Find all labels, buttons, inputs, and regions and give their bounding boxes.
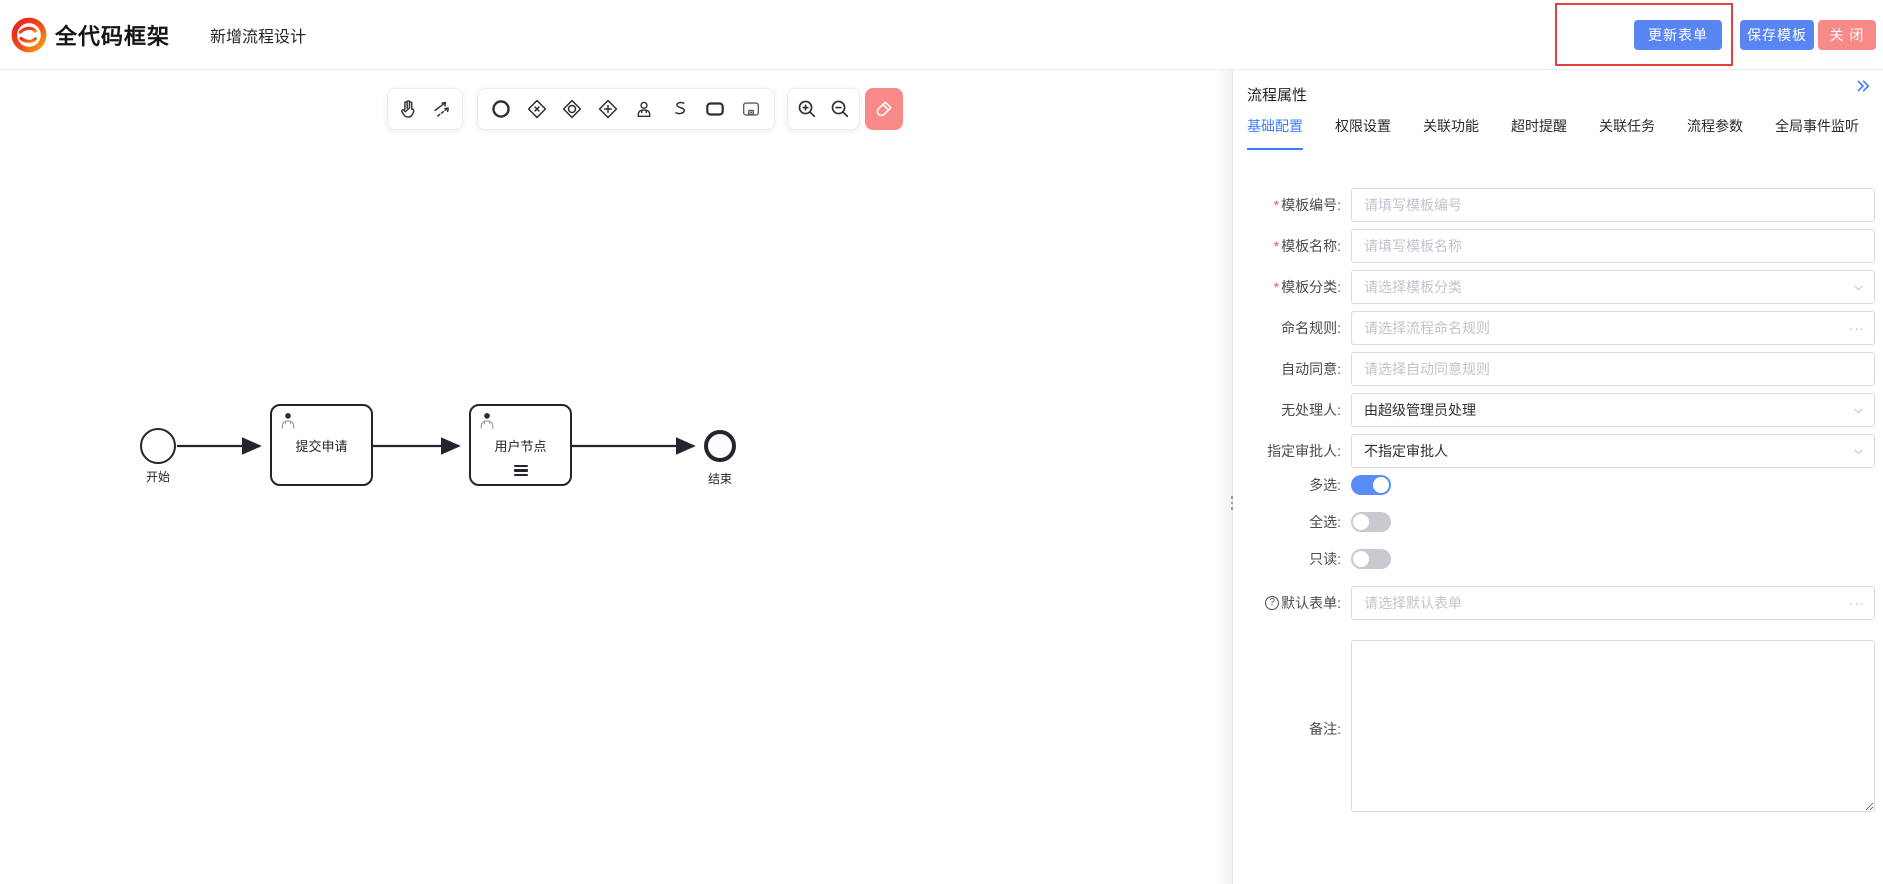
page-title: 新增流程设计 — [210, 23, 306, 47]
field-label: *模板名称: — [1247, 236, 1351, 256]
collapse-panel-icon[interactable] — [1855, 78, 1875, 98]
field-label: 备注: — [1247, 719, 1351, 739]
brand-name: 全代码框架 — [55, 19, 170, 51]
designated-approver-select[interactable]: 不指定审批人 — [1351, 434, 1875, 468]
end-event-label: 结束 — [696, 470, 744, 487]
task-label: 提交申请 — [295, 436, 347, 455]
field-label: 多选: — [1247, 475, 1351, 495]
end-event-node[interactable] — [704, 430, 736, 462]
tab-timeout-reminder[interactable]: 超时提醒 — [1511, 116, 1567, 150]
field-row-multi-select: 多选: — [1247, 475, 1875, 495]
field-label: 命名规则: — [1247, 318, 1351, 338]
start-event-node[interactable] — [140, 428, 176, 464]
update-form-button[interactable]: 更新表单 — [1634, 20, 1722, 50]
panel-tabs: 基础配置 权限设置 关联功能 超时提醒 关联任务 流程参数 全局事件监听 — [1247, 116, 1859, 150]
tab-basic-config[interactable]: 基础配置 — [1247, 116, 1303, 150]
select-all-toggle[interactable] — [1351, 512, 1391, 532]
user-icon — [476, 410, 498, 432]
field-row-template-code: *模板编号: — [1247, 188, 1875, 222]
task-node-submit[interactable]: 提交申请 — [270, 404, 373, 486]
help-icon[interactable]: ? — [1265, 596, 1279, 610]
tab-permission-settings[interactable]: 权限设置 — [1335, 116, 1391, 150]
field-row-template-name: *模板名称: — [1247, 229, 1875, 263]
field-label: 只读: — [1247, 549, 1351, 569]
tab-global-event-listener[interactable]: 全局事件监听 — [1775, 116, 1859, 150]
bpmn-canvas[interactable]: 开始 提交申请 用户节点 结束 — [0, 70, 1232, 884]
field-label: *模板分类: — [1247, 277, 1351, 297]
close-button[interactable]: 关 闭 — [1818, 20, 1876, 50]
no-handler-select[interactable]: 由超级管理员处理 — [1351, 393, 1875, 427]
chevron-down-icon — [1852, 434, 1865, 468]
field-label: 无处理人: — [1247, 400, 1351, 420]
remarks-textarea[interactable] — [1351, 640, 1875, 812]
field-row-read-only: 只读: — [1247, 549, 1875, 569]
panel-title: 流程属性 — [1247, 84, 1307, 105]
task-label: 用户节点 — [494, 436, 546, 455]
field-label: *模板编号: — [1247, 195, 1351, 215]
tab-process-parameters[interactable]: 流程参数 — [1687, 116, 1743, 150]
field-label: 指定审批人: — [1247, 441, 1351, 461]
field-row-designated-approver: 指定审批人: 不指定审批人 — [1247, 434, 1875, 468]
multi-select-toggle[interactable] — [1351, 475, 1391, 495]
template-code-input[interactable] — [1351, 188, 1875, 222]
field-row-template-category: *模板分类: 请选择模板分类 — [1247, 270, 1875, 304]
user-icon — [277, 410, 299, 432]
ellipsis-icon[interactable]: ··· — [1849, 586, 1865, 620]
field-label: 自动同意: — [1247, 359, 1351, 379]
flow-edges — [0, 70, 1232, 884]
template-category-select[interactable]: 请选择模板分类 — [1351, 270, 1875, 304]
naming-rule-input[interactable] — [1351, 311, 1875, 345]
workflow-designer-app: 全代码框架 新增流程设计 更新表单 保存模板 关 闭 — [0, 0, 1883, 884]
default-form-input[interactable] — [1351, 586, 1875, 620]
panel-divider-shadow — [1214, 70, 1232, 884]
field-row-auto-agree: 自动同意: — [1247, 352, 1875, 386]
read-only-toggle[interactable] — [1351, 549, 1391, 569]
header-bar: 全代码框架 新增流程设计 更新表单 保存模板 关 闭 — [0, 0, 1883, 70]
template-name-input[interactable] — [1351, 229, 1875, 263]
tab-related-functions[interactable]: 关联功能 — [1423, 116, 1479, 150]
brand-logo-icon — [10, 16, 48, 54]
field-row-remarks: 备注: — [1247, 640, 1875, 817]
save-template-button[interactable]: 保存模板 — [1740, 20, 1814, 50]
tab-related-tasks[interactable]: 关联任务 — [1599, 116, 1655, 150]
start-event-label: 开始 — [134, 468, 182, 485]
field-row-default-form: ? 默认表单: ··· — [1247, 586, 1875, 620]
field-label: ? 默认表单: — [1247, 593, 1351, 613]
basic-config-form: *模板编号: *模板名称: *模板分类: 请选择模板分类 命名规则: — [1247, 188, 1875, 824]
field-label: 全选: — [1247, 512, 1351, 532]
ellipsis-icon[interactable]: ··· — [1849, 311, 1865, 345]
process-properties-panel: 流程属性 基础配置 权限设置 关联功能 超时提醒 关联任务 流程参数 全局事件监… — [1233, 70, 1883, 884]
auto-agree-input[interactable] — [1351, 352, 1875, 386]
chevron-down-icon — [1852, 393, 1865, 427]
menu-marker-icon — [514, 465, 528, 479]
chevron-down-icon — [1852, 270, 1865, 304]
task-node-user[interactable]: 用户节点 — [469, 404, 572, 486]
field-row-naming-rule: 命名规则: ··· — [1247, 311, 1875, 345]
field-row-no-handler: 无处理人: 由超级管理员处理 — [1247, 393, 1875, 427]
field-row-select-all: 全选: — [1247, 512, 1875, 532]
